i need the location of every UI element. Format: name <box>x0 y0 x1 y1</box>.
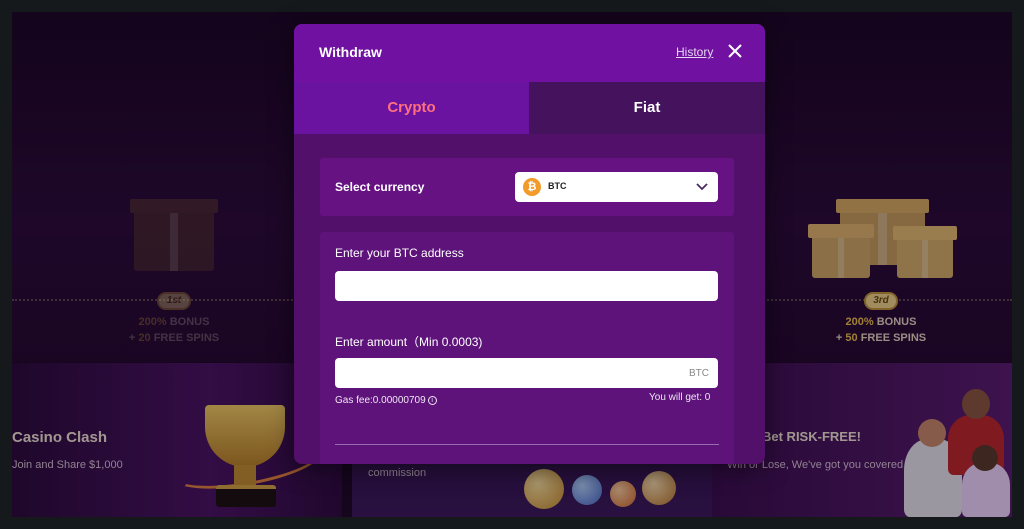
tab-fiat[interactable]: Fiat <box>529 82 765 134</box>
address-label: Enter your BTC address <box>335 246 464 260</box>
currency-select[interactable]: ₿ BTC <box>515 172 718 202</box>
currency-selected-value: BTC <box>548 181 567 191</box>
amount-label: Enter amount（Min 0.0003) <box>335 335 483 349</box>
tab-crypto[interactable]: Crypto <box>294 82 529 134</box>
currency-panel: Select currency ₿ BTC <box>320 158 734 216</box>
you-will-get: You will get: 0 <box>649 392 711 403</box>
gas-fee: Gas fee:0.00000709 i <box>335 395 437 406</box>
currency-label: Select currency <box>335 180 425 194</box>
amount-input[interactable] <box>335 358 718 388</box>
modal-header: Withdraw History <box>294 24 765 82</box>
withdraw-tabs: Crypto Fiat <box>294 82 765 134</box>
withdraw-modal: Withdraw History Crypto Fiat Select curr… <box>294 24 765 464</box>
bitcoin-icon: ₿ <box>523 178 541 196</box>
modal-title: Withdraw <box>319 44 382 60</box>
btc-address-input[interactable] <box>335 271 718 301</box>
history-link[interactable]: History <box>676 45 713 59</box>
chevron-down-icon <box>696 183 708 191</box>
amount-unit: BTC <box>689 368 709 379</box>
close-icon[interactable] <box>727 43 743 59</box>
form-divider <box>335 444 719 445</box>
info-icon[interactable]: i <box>427 395 437 405</box>
withdraw-form-panel: Enter your BTC address Enter amount（Min … <box>320 232 734 464</box>
